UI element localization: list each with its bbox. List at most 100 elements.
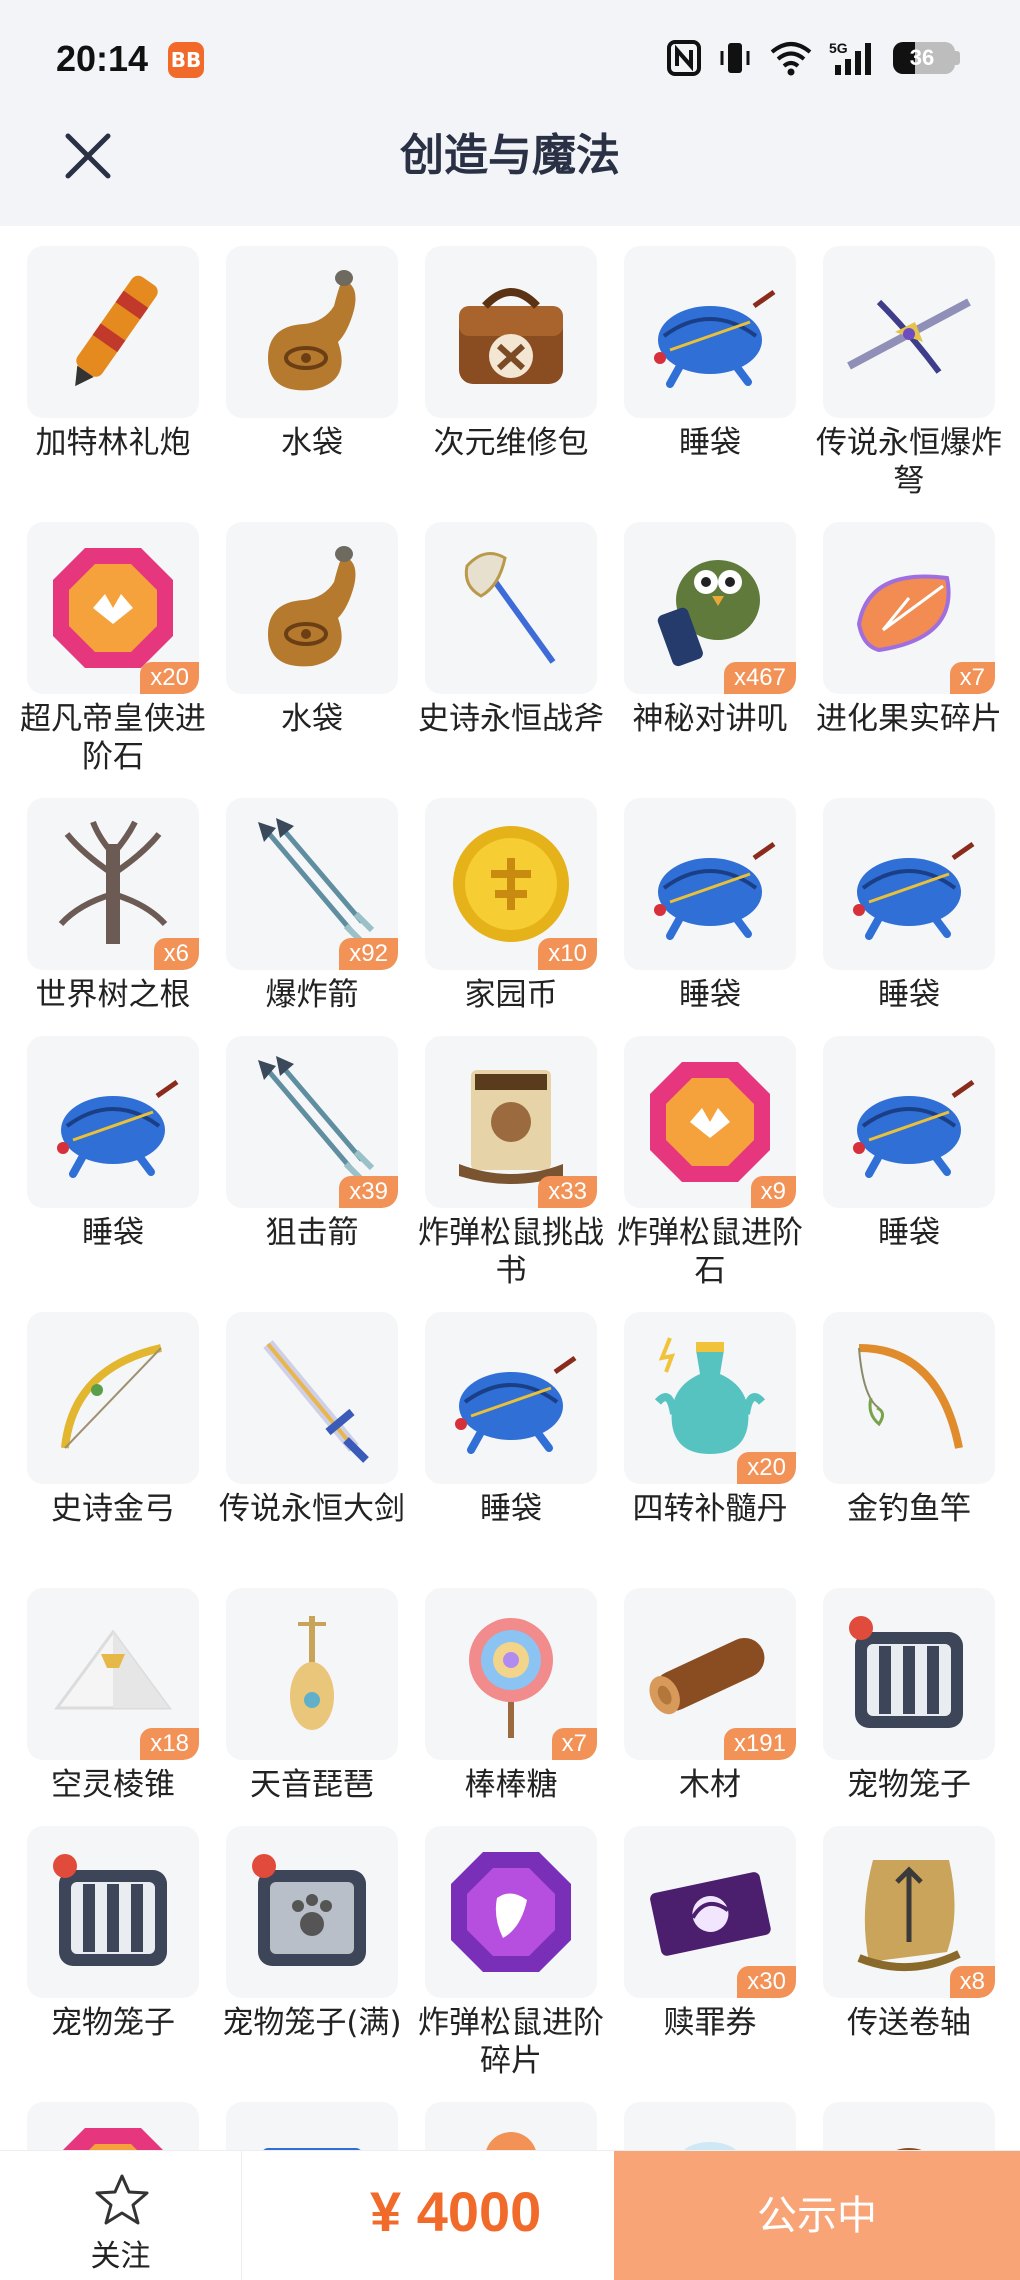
sleeping-bag-icon	[654, 841, 776, 940]
item-thumbnail: x92	[226, 798, 398, 970]
item-count-badge: x20	[140, 662, 199, 694]
gem-icon	[63, 2128, 163, 2150]
pet-cage-icon	[53, 1854, 167, 1966]
item-thumbnail: x7	[823, 522, 995, 694]
sleeping-bag-icon	[654, 289, 776, 388]
item-card[interactable]	[624, 2102, 796, 2150]
wifi-icon	[769, 39, 813, 77]
item-name: 炸弹松鼠进阶石	[617, 1215, 803, 1289]
item-thumbnail: x10	[425, 798, 597, 970]
item-name: 家园币	[464, 977, 558, 1013]
item-card[interactable]: 传说永恒大剑	[219, 1312, 405, 1528]
battery-icon: 36	[893, 39, 960, 77]
pet-cage-icon	[849, 1616, 963, 1728]
item-card[interactable]: 睡袋	[823, 798, 995, 1014]
item-card[interactable]: 传说永恒爆炸弩	[816, 246, 1002, 500]
item-card[interactable]: x9 炸弹松鼠进阶石	[617, 1036, 803, 1290]
item-count-badge: x39	[339, 1176, 398, 1208]
item-card[interactable]: 睡袋	[823, 1036, 995, 1252]
item-card[interactable]: 睡袋	[27, 1036, 199, 1252]
item-card[interactable]: 加特林礼炮	[27, 246, 199, 462]
item-card[interactable]: 金钓鱼竿	[823, 1312, 995, 1528]
item-thumbnail	[27, 246, 199, 418]
item-card[interactable]: 宠物笼子	[27, 1826, 199, 2042]
item-card[interactable]: x39 狙击箭	[226, 1036, 398, 1252]
item-thumbnail	[823, 2102, 995, 2150]
lollipop-icon	[469, 1618, 553, 1738]
item-thumbnail	[425, 522, 597, 694]
item-card[interactable]: 睡袋	[425, 1312, 597, 1528]
item-thumbnail: x18	[27, 1588, 199, 1760]
tree-root-icon	[58, 820, 168, 944]
item-card[interactable]	[226, 2102, 398, 2150]
vibrate-icon	[717, 39, 753, 77]
item-thumbnail	[226, 1826, 398, 1998]
item-card[interactable]: 天音琵琶	[226, 1588, 398, 1804]
item-card[interactable]: x18 空灵棱锥	[27, 1588, 199, 1804]
item-card[interactable]: 睡袋	[624, 246, 796, 462]
publicity-status-button[interactable]: 公示中	[614, 2151, 1020, 2280]
item-card[interactable]: x20 超凡帝皇侠进阶石	[20, 522, 206, 776]
item-card[interactable]: x20 四转补髓丹	[624, 1312, 796, 1528]
item-card[interactable]: x191 木材	[624, 1588, 796, 1804]
item-card[interactable]: x10 家园币	[425, 798, 597, 1014]
pyramid-icon	[54, 1629, 172, 1710]
item-card[interactable]: x8 传送卷轴	[823, 1826, 995, 2042]
item-count-badge: x467	[723, 662, 796, 694]
purple-gem-icon	[451, 1852, 571, 1972]
item-card[interactable]: x6 世界树之根	[27, 798, 199, 1014]
item-name: 水袋	[281, 701, 343, 737]
status-time: 20:14	[56, 38, 149, 79]
item-card[interactable]: x7 进化果实碎片	[816, 522, 1002, 738]
item-card[interactable]: 水袋	[226, 522, 398, 738]
sword-icon	[263, 1340, 369, 1463]
item-thumbnail: x6	[27, 798, 199, 970]
item-name: 睡袋	[878, 977, 940, 1013]
wanted-scroll-icon	[459, 1070, 563, 1184]
item-thumbnail	[226, 246, 398, 418]
item-name: 天音琵琶	[250, 1767, 374, 1803]
item-name: 史诗永恒战斧	[418, 701, 604, 737]
item-card[interactable]	[823, 2102, 995, 2150]
fruit-fragment-icon	[856, 574, 951, 653]
page-title: 创造与魔法	[400, 130, 620, 181]
item-name: 木材	[679, 1767, 741, 1803]
item-thumbnail	[624, 246, 796, 418]
follow-button[interactable]: 关注	[0, 2151, 242, 2280]
item-card[interactable]: 宠物笼子(满)	[222, 1826, 402, 2042]
item-grid[interactable]: 加特林礼炮 水袋 次元维修包 睡袋 传说永恒爆炸弩 x20 超凡帝皇侠进阶石 水袋 史诗永恒战斧…	[0, 226, 1020, 2150]
item-card[interactable]: x467 神秘对讲叽	[624, 522, 796, 738]
status-icons: 5G 36	[667, 38, 960, 78]
item-thumbnail: x7	[425, 1588, 597, 1760]
fishing-rod-icon	[858, 1344, 963, 1449]
item-card[interactable]: x33 炸弹松鼠挑战书	[418, 1036, 604, 1290]
item-thumbnail	[425, 246, 597, 418]
item-card[interactable]: 炸弹松鼠进阶碎片	[418, 1826, 604, 2080]
item-card[interactable]	[27, 2102, 199, 2150]
item-name: 宠物笼子	[51, 2005, 175, 2041]
bottom-bar: 关注 ¥ 4000 公示中	[0, 2150, 1020, 2280]
item-count-badge: x6	[153, 938, 199, 970]
item-card[interactable]: 史诗金弓	[27, 1312, 199, 1528]
sleeping-bag-icon	[455, 1355, 577, 1454]
item-card[interactable]: 宠物笼子	[823, 1588, 995, 1804]
saddle-icon	[896, 2148, 922, 2150]
item-name: 传说永恒爆炸弩	[816, 425, 1002, 499]
item-card[interactable]: 史诗永恒战斧	[418, 522, 604, 738]
wood-icon	[649, 1637, 765, 1715]
cellular-signal-icon: 5G	[829, 39, 877, 77]
item-card[interactable]: x92 爆炸箭	[226, 798, 398, 1014]
crystal-icon	[684, 2142, 736, 2150]
item-thumbnail	[27, 1312, 199, 1484]
item-card[interactable]	[425, 2102, 597, 2150]
item-card[interactable]: 次元维修包	[425, 246, 597, 462]
orb-icon	[486, 2132, 536, 2150]
battery-level: 36	[909, 45, 935, 70]
follow-label: 关注	[90, 2239, 151, 2274]
item-card[interactable]: 睡袋	[624, 798, 796, 1014]
item-name: 睡袋	[679, 425, 741, 461]
item-card[interactable]: 水袋	[226, 246, 398, 462]
arrows-icon	[258, 818, 375, 945]
item-card[interactable]: x30 赎罪券	[624, 1826, 796, 2042]
item-card[interactable]: x7 棒棒糖	[425, 1588, 597, 1804]
